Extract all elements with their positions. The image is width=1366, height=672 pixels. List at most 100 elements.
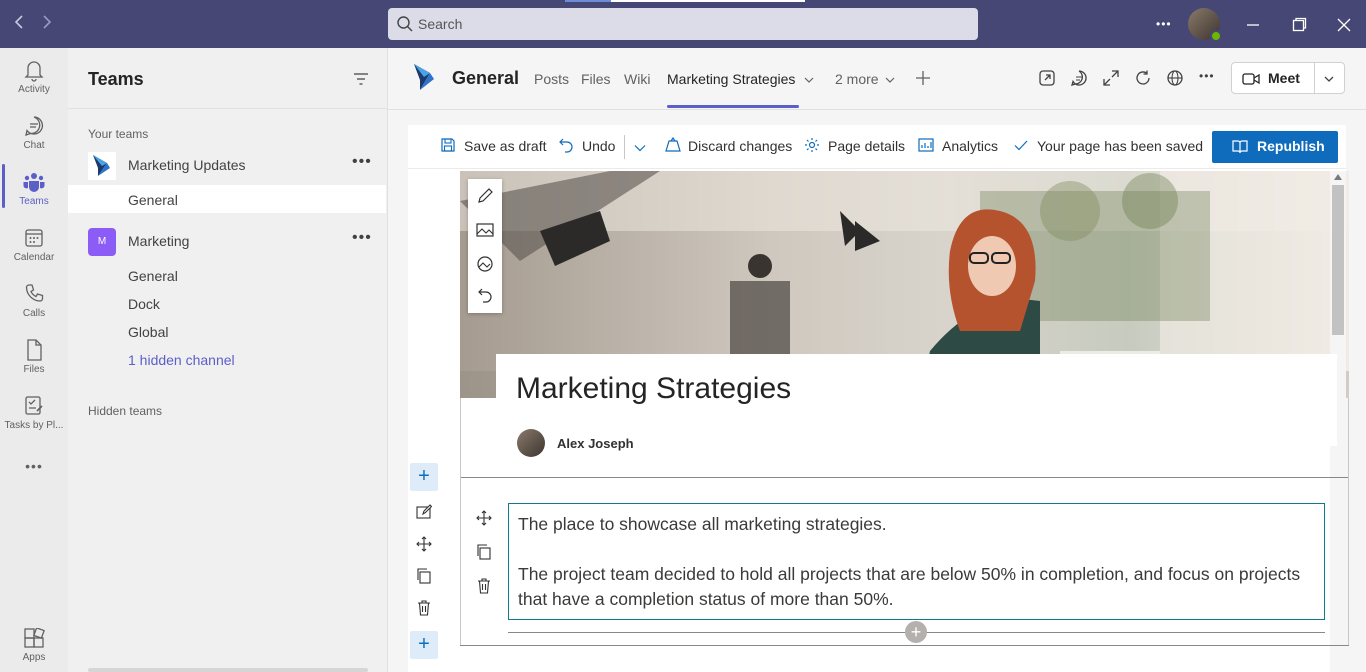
- channel-name: Dock: [128, 296, 160, 312]
- add-webpart-button[interactable]: +: [905, 621, 927, 643]
- text-webpart[interactable]: The place to showcase all marketing stra…: [508, 503, 1325, 620]
- rail-activity[interactable]: Activity: [0, 58, 68, 95]
- rail-label: Teams: [19, 196, 49, 207]
- pencil-icon[interactable]: [476, 187, 494, 205]
- dynamics-logo-icon: [414, 64, 434, 90]
- edit-section-icon[interactable]: [416, 504, 432, 520]
- gear-icon: [805, 138, 819, 152]
- hidden-channel-link[interactable]: 1 hidden channel: [68, 345, 386, 373]
- team-marketing-avatar: M: [88, 228, 116, 256]
- close-icon[interactable]: [1337, 16, 1351, 37]
- reset-icon[interactable]: [476, 287, 494, 305]
- tab-more[interactable]: 2 more: [835, 71, 879, 87]
- channel-global[interactable]: Global: [68, 317, 386, 345]
- minimize-icon[interactable]: [1246, 16, 1260, 37]
- channel-general[interactable]: General: [68, 261, 386, 289]
- tab-marketing-strategies[interactable]: Marketing Strategies: [667, 71, 795, 87]
- rail-tasks[interactable]: Tasks by Pl...: [0, 394, 68, 431]
- channel-name: Global: [128, 324, 169, 340]
- profile-avatar[interactable]: [1188, 8, 1222, 42]
- move-section-icon[interactable]: [416, 536, 432, 552]
- settings-more-icon[interactable]: •••: [1156, 0, 1172, 48]
- meet-button[interactable]: Meet: [1231, 62, 1345, 94]
- chevron-down-icon[interactable]: [1324, 75, 1334, 83]
- rail-teams[interactable]: Teams: [0, 164, 68, 208]
- move-webpart-icon[interactable]: [476, 510, 492, 526]
- chevron-down-icon[interactable]: [804, 76, 814, 84]
- duplicate-section-icon[interactable]: [416, 568, 432, 584]
- scrollbar-thumb[interactable]: [1332, 185, 1344, 335]
- team-more-icon[interactable]: •••: [352, 153, 372, 171]
- focal-point-icon[interactable]: [476, 255, 494, 273]
- webpart-toolbar: [468, 504, 500, 604]
- header-more-icon[interactable]: •••: [1199, 69, 1215, 83]
- rail-calendar[interactable]: Calendar: [0, 226, 68, 263]
- duplicate-webpart-icon[interactable]: [476, 544, 492, 560]
- calendar-icon: [25, 229, 43, 247]
- meet-label: Meet: [1268, 70, 1300, 86]
- teams-icon: [23, 173, 45, 192]
- channel-general-updates[interactable]: General: [68, 185, 386, 213]
- page-title[interactable]: Marketing Strategies: [516, 372, 791, 406]
- tasks-icon: [25, 396, 43, 415]
- team-marketing-updates[interactable]: Marketing Updates •••: [68, 148, 388, 182]
- chevron-down-icon[interactable]: [885, 76, 895, 84]
- author-name: Alex Joseph: [557, 436, 634, 451]
- add-section-button[interactable]: +: [410, 463, 438, 491]
- author-avatar: [517, 429, 545, 457]
- globe-icon[interactable]: [1166, 69, 1184, 87]
- expand-icon[interactable]: [1102, 69, 1120, 87]
- section-border: [1348, 477, 1349, 645]
- rail-more-icon[interactable]: •••: [0, 458, 68, 474]
- hidden-teams-label[interactable]: Hidden teams: [88, 404, 162, 418]
- team-marketing[interactable]: M Marketing •••: [68, 224, 388, 258]
- tab-files[interactable]: Files: [581, 71, 611, 87]
- rail-calls[interactable]: Calls: [0, 282, 68, 319]
- search-box[interactable]: Search: [388, 8, 978, 40]
- rail-label: Apps: [22, 652, 46, 663]
- change-image-icon[interactable]: [476, 221, 494, 239]
- title-card[interactable]: Marketing Strategies: [496, 354, 1337, 446]
- add-tab-icon[interactable]: [915, 70, 931, 86]
- rail-apps[interactable]: Apps: [0, 628, 68, 663]
- search-placeholder: Search: [418, 16, 463, 32]
- paragraph[interactable]: The place to showcase all marketing stra…: [518, 512, 1308, 537]
- scroll-up-icon[interactable]: [1334, 174, 1342, 180]
- page-details-label: Page details: [828, 138, 906, 154]
- section-divider: [460, 477, 1349, 478]
- chevron-down-icon[interactable]: [634, 144, 646, 152]
- channel-header: General Posts Files Wiki Marketing Strat…: [388, 48, 1366, 110]
- channel-dock[interactable]: Dock: [68, 289, 386, 317]
- channel-name: General: [128, 268, 178, 284]
- republish-button[interactable]: Republish: [1212, 131, 1338, 163]
- tab-wiki[interactable]: Wiki: [624, 71, 650, 87]
- delete-section-icon[interactable]: [416, 600, 432, 616]
- page-editor-toolbar: Save as draft Undo Discard changes Page …: [408, 125, 1346, 169]
- tab-posts[interactable]: Posts: [534, 71, 569, 87]
- filter-icon[interactable]: [353, 72, 369, 86]
- hidden-channel-label: 1 hidden channel: [128, 352, 235, 368]
- your-teams-label: Your teams: [88, 127, 149, 141]
- refresh-icon[interactable]: [1134, 69, 1152, 87]
- rail-files[interactable]: Files: [0, 338, 68, 375]
- forward-arrow-icon[interactable]: [40, 14, 54, 35]
- republish-label: Republish: [1257, 138, 1325, 154]
- paragraph[interactable]: The project team decided to hold all pro…: [518, 562, 1308, 612]
- rail-chat[interactable]: Chat: [0, 114, 68, 151]
- restore-icon[interactable]: [1292, 16, 1307, 37]
- status-available-icon: [1210, 30, 1222, 42]
- panel-scrollbar[interactable]: [88, 668, 368, 672]
- add-section-button[interactable]: +: [410, 631, 438, 659]
- conversation-icon[interactable]: [1070, 69, 1088, 87]
- meet-separator: [1314, 63, 1315, 93]
- rail-label: Calendar: [13, 252, 55, 263]
- team-more-icon[interactable]: •••: [352, 229, 372, 247]
- title-bar: Search •••: [0, 0, 1366, 48]
- back-arrow-icon[interactable]: [12, 14, 26, 35]
- section-border: [1348, 398, 1349, 478]
- panel-divider: [68, 108, 388, 109]
- section-border: [460, 477, 461, 645]
- popout-icon[interactable]: [1038, 69, 1056, 87]
- delete-webpart-icon[interactable]: [476, 578, 492, 594]
- rail-label: Activity: [18, 84, 50, 95]
